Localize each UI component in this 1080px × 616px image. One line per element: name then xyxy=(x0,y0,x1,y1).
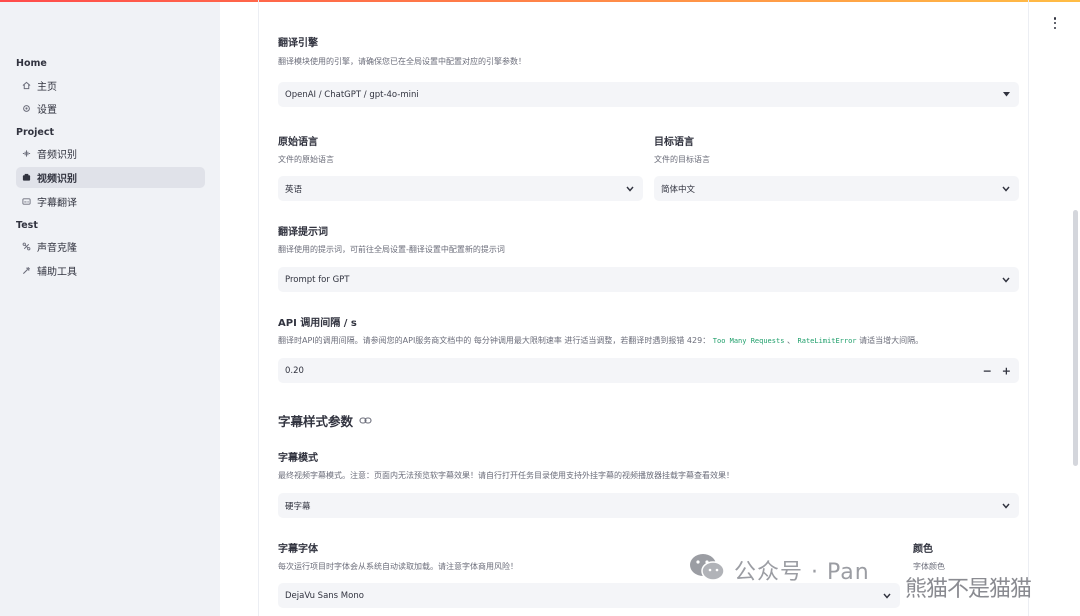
api-interval-label: API 调用间隔 / s xyxy=(278,318,357,329)
chevron-down-icon xyxy=(1002,502,1010,510)
sidebar-item-voice-clone[interactable]: 声音克隆 xyxy=(16,236,205,257)
chevron-down-icon xyxy=(1002,276,1010,284)
api-interval-help-text: 翻译时API的调用间隔。请参阅您的API服务商文档中的 每分钟调用最大限制速率 … xyxy=(278,336,711,345)
chevron-down-icon xyxy=(626,185,634,193)
voice-clone-icon xyxy=(21,242,31,252)
api-interval-help-suffix: 请适当增大间隔。 xyxy=(859,336,924,345)
sidebar-item-video-recognition[interactable]: 视频识别 xyxy=(16,167,205,188)
sidebar-section-test: Test xyxy=(16,220,38,231)
watermark-tail: 熊猫不是猫猫 xyxy=(905,577,1032,602)
wechat-icon xyxy=(688,552,726,588)
target-lang-select[interactable]: 简体中文 xyxy=(654,176,1019,201)
color-label: 颜色 xyxy=(913,544,933,555)
sidebar-item-label: 辅助工具 xyxy=(37,267,77,278)
separator: 、 xyxy=(786,336,795,345)
sidebar-item-label: 主页 xyxy=(37,82,57,93)
prompt-label: 翻译提示词 xyxy=(278,227,328,238)
engine-select[interactable]: OpenAI / ChatGPT / gpt-4o-mini xyxy=(278,82,1019,107)
sidebar-item-settings[interactable]: 设置 xyxy=(16,98,205,119)
more-options-icon[interactable] xyxy=(1049,15,1061,31)
subtitle-section-title: 字幕样式参数 xyxy=(278,411,372,430)
subtitle-font-label: 字幕字体 xyxy=(278,544,318,555)
error-code-rate-limit: RateLimitError xyxy=(797,337,857,345)
link-icon[interactable] xyxy=(359,416,372,425)
sidebar-item-subtitle-translation[interactable]: 字幕翻译 xyxy=(16,191,205,212)
sidebar-item-label: 字幕翻译 xyxy=(37,198,77,209)
subtitle-mode-label: 字幕模式 xyxy=(278,453,318,464)
prompt-value: Prompt for GPT xyxy=(285,274,350,285)
target-lang-help: 文件的目标语言 xyxy=(654,155,710,164)
subtitles-icon xyxy=(21,197,31,207)
watermark-text: 公众号 · Pan xyxy=(734,560,870,585)
chevron-down-icon xyxy=(883,592,891,600)
subtitle-mode-select[interactable]: 硬字幕 xyxy=(278,493,1019,518)
subtitle-font-help: 每次运行项目时字体会从系统自动读取加载。请注意字体商用风险！ xyxy=(278,562,518,571)
sidebar-item-label: 声音克隆 xyxy=(37,243,77,254)
api-interval-help: 翻译时API的调用间隔。请参阅您的API服务商文档中的 每分钟调用最大限制速率 … xyxy=(278,335,923,346)
sidebar-section-project: Project xyxy=(16,127,55,138)
error-code-too-many-requests: Too Many Requests xyxy=(712,337,785,345)
watermark: 公众号 · Pan xyxy=(688,552,870,588)
caret-down-icon xyxy=(1002,91,1010,99)
home-icon xyxy=(21,81,31,91)
api-interval-value: 0.20 xyxy=(285,365,304,376)
source-lang-select[interactable]: 英语 xyxy=(278,176,643,201)
source-lang-help: 文件的原始语言 xyxy=(278,155,334,164)
sidebar: Home 主页 设置 Project 音频识别 视频识别 字幕翻译 Test 声… xyxy=(0,2,220,616)
sidebar-item-audio-recognition[interactable]: 音频识别 xyxy=(16,143,205,164)
subtitle-font-value: DejaVu Sans Mono xyxy=(285,590,364,601)
video-camera-icon xyxy=(21,173,31,183)
settings-panel: 翻译引擎 翻译模块使用的引擎，请确保您已在全局设置中配置对应的引擎参数！ Ope… xyxy=(258,0,1029,616)
sidebar-item-tools[interactable]: 辅助工具 xyxy=(16,260,205,281)
audio-wave-icon xyxy=(21,149,31,159)
sidebar-item-label: 设置 xyxy=(37,105,57,116)
scrollbar[interactable] xyxy=(1073,210,1078,466)
chevron-down-icon xyxy=(1002,185,1010,193)
source-lang-label: 原始语言 xyxy=(278,137,318,148)
subtitle-mode-help: 最终视频字幕模式。注意：页面内无法预览软字幕效果！请自行打开任务目录使用支持外挂… xyxy=(278,471,734,480)
subtitle-section-title-text: 字幕样式参数 xyxy=(278,414,354,429)
source-lang-value: 英语 xyxy=(285,184,303,195)
prompt-help: 翻译使用的提示词，可前往全局设置-翻译设置中配置新的提示词 xyxy=(278,245,505,254)
subtitle-mode-value: 硬字幕 xyxy=(285,501,311,512)
decrement-button[interactable]: − xyxy=(983,364,992,377)
gear-icon xyxy=(21,104,31,114)
increment-button[interactable]: + xyxy=(1002,364,1011,377)
engine-help: 翻译模块使用的引擎，请确保您已在全局设置中配置对应的引擎参数！ xyxy=(278,57,526,66)
sidebar-item-label: 音频识别 xyxy=(37,150,77,161)
target-lang-value: 简体中文 xyxy=(661,184,696,195)
tools-icon xyxy=(21,266,31,276)
prompt-select[interactable]: Prompt for GPT xyxy=(278,267,1019,292)
target-lang-label: 目标语言 xyxy=(654,137,694,148)
engine-label: 翻译引擎 xyxy=(278,38,318,49)
sidebar-section-home: Home xyxy=(16,58,47,69)
sidebar-item-label: 视频识别 xyxy=(37,174,77,185)
sidebar-item-home[interactable]: 主页 xyxy=(16,75,205,96)
api-interval-input[interactable]: 0.20 − + xyxy=(278,358,1019,383)
engine-value: OpenAI / ChatGPT / gpt-4o-mini xyxy=(285,89,419,100)
